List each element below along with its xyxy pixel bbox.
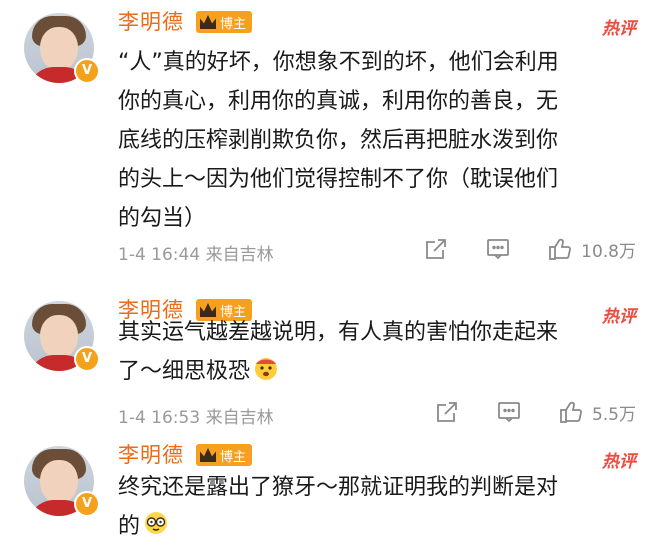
comment-meta: 1-4 16:44 来自吉林 [118, 245, 274, 265]
crown-icon [200, 448, 216, 462]
badge-label: 博主 [220, 449, 247, 465]
comment-text-line: 的勾当） [118, 206, 207, 231]
comment-icon [498, 402, 520, 423]
reply-button[interactable] [485, 236, 511, 262]
like-button[interactable]: 5.5万 [558, 399, 636, 425]
comment-text-segment: 了～细思极恐 [118, 359, 251, 384]
like-count: 10.8万 [581, 241, 636, 262]
comment-text-line: “人”真的好坏，你想象不到的坏，他们会利用 [118, 50, 559, 75]
comment-item: V 李明德 博主 热评 “人”真的好坏，你想象不到的坏，他们会利用 你的真心，利… [0, 0, 660, 288]
glasses-face-emoji [145, 512, 168, 534]
reply-button[interactable] [496, 399, 522, 425]
comment-text-line: 底线的压榨剥削欺负你，然后再把脏水泼到你 [118, 128, 559, 153]
verified-icon: V [74, 58, 100, 84]
username[interactable]: 李明德 [118, 439, 184, 469]
comment-item: V 李明德 博主 热评 终究还是露出了獠牙～那就证明我的判断是对 的 [0, 433, 660, 550]
like-button[interactable]: 10.8万 [547, 236, 636, 262]
comment-icon [487, 239, 510, 260]
share-icon [426, 239, 447, 259]
comment-actions: 5.5万 [434, 399, 636, 425]
hot-comment-tag: 热评 [602, 19, 636, 39]
comment-text: 终究还是露出了獠牙～那就证明我的判断是对 的 [118, 468, 638, 546]
verified-icon: V [74, 346, 100, 372]
username[interactable]: 李明德 [118, 6, 184, 36]
comment-text-segment: 的 [118, 514, 141, 539]
scared-face-emoji [255, 358, 278, 380]
crown-icon [200, 15, 216, 29]
comment-text-line: 你的真心，利用你的真诚，利用你的善良，无 [118, 89, 559, 114]
verified-icon: V [74, 491, 100, 517]
blogger-badge: 博主 [196, 11, 253, 33]
comment-actions: 10.8万 [423, 236, 636, 262]
comment-text-line: 了～细思极恐 [118, 352, 638, 391]
share-button[interactable] [423, 236, 449, 262]
like-count: 5.5万 [591, 404, 636, 425]
comment-item: V 李明德 博主 热评 其实运气越差越说明，有人真的害怕你走起来 了～细思极恐 … [0, 288, 660, 433]
badge-label: 博主 [220, 16, 247, 32]
thumbs-up-icon [560, 401, 582, 423]
comment-text-line: 终究还是露出了獠牙～那就证明我的判断是对 [118, 475, 559, 500]
comment-text: “人”真的好坏，你想象不到的坏，他们会利用 你的真心，利用你的真诚，利用你的善良… [118, 43, 638, 238]
blogger-badge: 博主 [196, 444, 253, 466]
comment-text: 其实运气越差越说明，有人真的害怕你走起来 了～细思极恐 [118, 313, 638, 391]
thumbs-up-icon [549, 238, 572, 260]
share-button[interactable] [434, 399, 460, 425]
comment-text-line: 的 [118, 507, 638, 546]
comment-text-line: 其实运气越差越说明，有人真的害怕你走起来 [118, 320, 559, 345]
share-icon [437, 402, 457, 422]
comment-text-line: 的头上～因为他们觉得控制不了你（耽误他们 [118, 167, 559, 192]
comment-meta: 1-4 16:53 来自吉林 [118, 408, 274, 428]
